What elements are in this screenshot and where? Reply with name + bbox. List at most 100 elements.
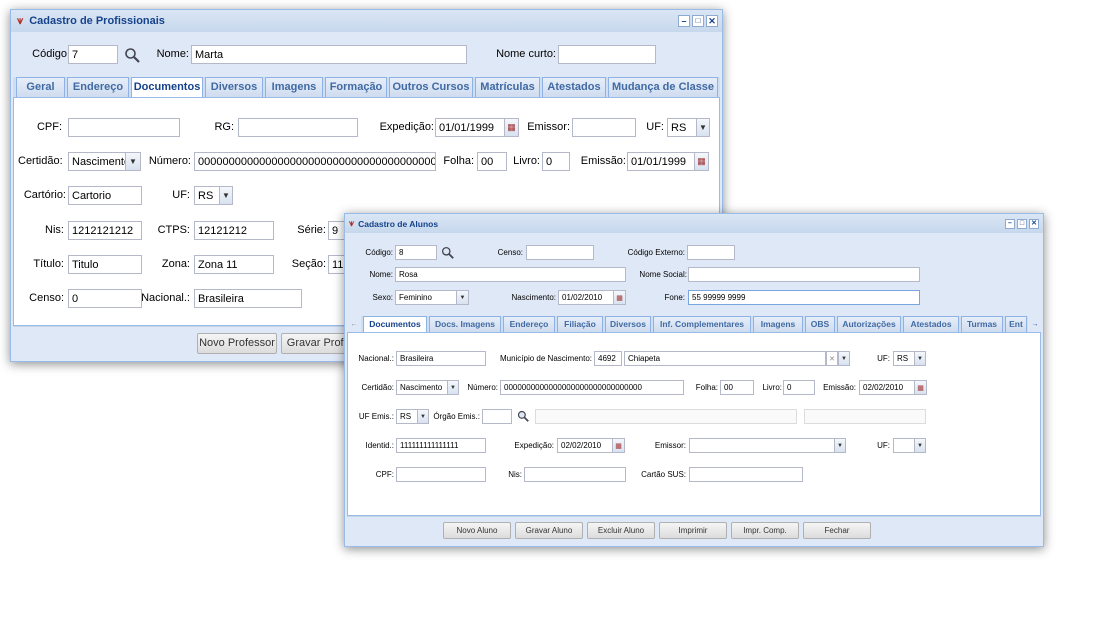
identid-field[interactable]: 111111111111111 — [396, 438, 486, 453]
tab-mudanca-de-classe[interactable]: Mudança de Classe — [608, 77, 718, 97]
chevron-down-icon[interactable]: ▼ — [696, 118, 710, 137]
tab-documentos[interactable]: Documentos — [363, 316, 427, 332]
codigo-externo-field[interactable] — [687, 245, 735, 260]
nis-field[interactable]: 1212121212 — [68, 221, 142, 240]
minimize-icon[interactable]: – — [678, 15, 690, 27]
novo-aluno-button[interactable]: Novo Aluno — [443, 522, 511, 539]
calendar-icon[interactable]: ▦ — [694, 152, 709, 171]
municipio-codigo-field[interactable]: 4692 — [594, 351, 622, 366]
scroll-right-icon[interactable]: → — [1028, 316, 1042, 332]
imprimir-button[interactable]: Imprimir — [659, 522, 727, 539]
gravar-aluno-button[interactable]: Gravar Aluno — [515, 522, 583, 539]
nascimento-field[interactable]: 01/02/2010 — [558, 290, 614, 305]
chevron-down-icon[interactable]: ▼ — [914, 438, 926, 453]
tab-imagens[interactable]: Imagens — [753, 316, 803, 332]
emissao-field[interactable]: 01/01/1999 — [627, 152, 695, 171]
nacional-field[interactable]: Brasileira — [194, 289, 302, 308]
livro-field[interactable]: 0 — [542, 152, 570, 171]
chevron-down-icon[interactable]: ▼ — [838, 351, 850, 366]
chevron-down-icon[interactable]: ▼ — [447, 380, 459, 395]
fechar-button[interactable]: Fechar — [803, 522, 871, 539]
tab-matriculas[interactable]: Matrículas — [475, 77, 540, 97]
fone-field[interactable]: 55 99999 9999 — [688, 290, 920, 305]
expedicao-field[interactable]: 02/02/2010 — [557, 438, 613, 453]
uf2-select[interactable]: RS — [194, 186, 220, 205]
emissao-field[interactable]: 02/02/2010 — [859, 380, 915, 395]
certidao-select[interactable]: Nascimento — [68, 152, 126, 171]
cpf-field[interactable] — [396, 467, 486, 482]
expedicao-field[interactable]: 01/01/1999 — [435, 118, 505, 137]
tab-atestados[interactable]: Atestados — [903, 316, 959, 332]
censo-field[interactable]: 0 — [68, 289, 142, 308]
emissor-select[interactable] — [689, 438, 835, 453]
numero-field[interactable]: 0000000000000000000000000000000000000000 — [194, 152, 436, 171]
alunos-titlebar[interactable]: ⩛ Cadastro de Alunos – □ ✕ — [345, 214, 1043, 233]
certidao-select[interactable]: Nascimento — [396, 380, 448, 395]
codigo-field[interactable]: 7 — [68, 45, 118, 64]
maximize-icon[interactable]: □ — [692, 15, 704, 27]
cartorio-field[interactable]: Cartorio — [68, 186, 142, 205]
scroll-left-icon[interactable]: ← — [347, 316, 361, 332]
censo-field[interactable] — [526, 245, 594, 260]
tab-formacao[interactable]: Formação — [325, 77, 387, 97]
chevron-down-icon[interactable]: ▼ — [125, 152, 141, 171]
zona-field[interactable]: Zona 11 — [194, 255, 274, 274]
ctps-field[interactable]: 12121212 — [194, 221, 274, 240]
impr-comp-button[interactable]: Impr. Comp. — [731, 522, 799, 539]
calendar-icon[interactable]: ▦ — [613, 290, 626, 305]
tab-turmas[interactable]: Turmas — [961, 316, 1003, 332]
chevron-down-icon[interactable]: ▼ — [914, 351, 926, 366]
tab-diversos[interactable]: Diversos — [605, 316, 651, 332]
chevron-down-icon[interactable]: ▼ — [456, 290, 469, 305]
tab-inf-complementares[interactable]: Inf. Complementares — [653, 316, 751, 332]
cpf-field[interactable] — [68, 118, 180, 137]
codigo-field[interactable]: 8 — [395, 245, 437, 260]
nome-field[interactable]: Marta — [191, 45, 467, 64]
calendar-icon[interactable]: ▦ — [914, 380, 927, 395]
tab-endereco[interactable]: Endereço — [503, 316, 555, 332]
tab-endereco[interactable]: Endereço — [67, 77, 129, 97]
tab-documentos[interactable]: Documentos — [131, 77, 203, 97]
nome-field[interactable]: Rosa — [395, 267, 626, 282]
calendar-icon[interactable]: ▦ — [504, 118, 519, 137]
clear-icon[interactable]: ✕ — [826, 351, 838, 366]
orgao-emis-field[interactable] — [482, 409, 512, 424]
uf-select[interactable]: RS — [893, 351, 915, 366]
excluir-aluno-button[interactable]: Excluir Aluno — [587, 522, 655, 539]
novo-professor-button[interactable]: Novo Professor — [197, 333, 277, 354]
maximize-icon[interactable]: □ — [1017, 218, 1027, 229]
search-icon[interactable] — [123, 46, 141, 64]
emissor-field[interactable] — [572, 118, 636, 137]
search-icon[interactable] — [440, 245, 454, 259]
tab-obs[interactable]: OBS — [805, 316, 835, 332]
profissionais-titlebar[interactable]: ⩛ Cadastro de Profissionais – □ ✕ — [11, 10, 722, 32]
tab-imagens[interactable]: Imagens — [265, 77, 323, 97]
nome-curto-field[interactable] — [558, 45, 656, 64]
uf-emis-select[interactable]: RS — [396, 409, 418, 424]
tab-outros-cursos[interactable]: Outros Cursos — [389, 77, 473, 97]
close-icon[interactable]: ✕ — [706, 15, 718, 27]
cartao-sus-field[interactable] — [689, 467, 803, 482]
municipio-select[interactable]: Chiapeta — [624, 351, 826, 366]
uf-select[interactable]: RS — [667, 118, 697, 137]
numero-field[interactable]: 0000000000000000000000000000000 — [500, 380, 684, 395]
chevron-down-icon[interactable]: ▼ — [834, 438, 846, 453]
minimize-icon[interactable]: – — [1005, 218, 1015, 229]
uf2-select[interactable] — [893, 438, 915, 453]
tab-atestados[interactable]: Atestados — [542, 77, 606, 97]
nacional-field[interactable]: Brasileira — [396, 351, 486, 366]
titulo-field[interactable]: Titulo — [68, 255, 142, 274]
tab-ent[interactable]: Ent — [1005, 316, 1027, 332]
nis-field[interactable] — [524, 467, 626, 482]
rg-field[interactable] — [238, 118, 358, 137]
sexo-select[interactable]: Feminino — [395, 290, 457, 305]
livro-field[interactable]: 0 — [783, 380, 815, 395]
tab-docs-imagens[interactable]: Docs. Imagens — [429, 316, 501, 332]
folha-field[interactable]: 00 — [720, 380, 754, 395]
folha-field[interactable]: 00 — [477, 152, 507, 171]
close-icon[interactable]: ✕ — [1029, 218, 1039, 229]
tab-filiacao[interactable]: Filiação — [557, 316, 603, 332]
chevron-down-icon[interactable]: ▼ — [219, 186, 233, 205]
search-icon[interactable] — [516, 409, 530, 423]
nome-social-field[interactable] — [688, 267, 920, 282]
